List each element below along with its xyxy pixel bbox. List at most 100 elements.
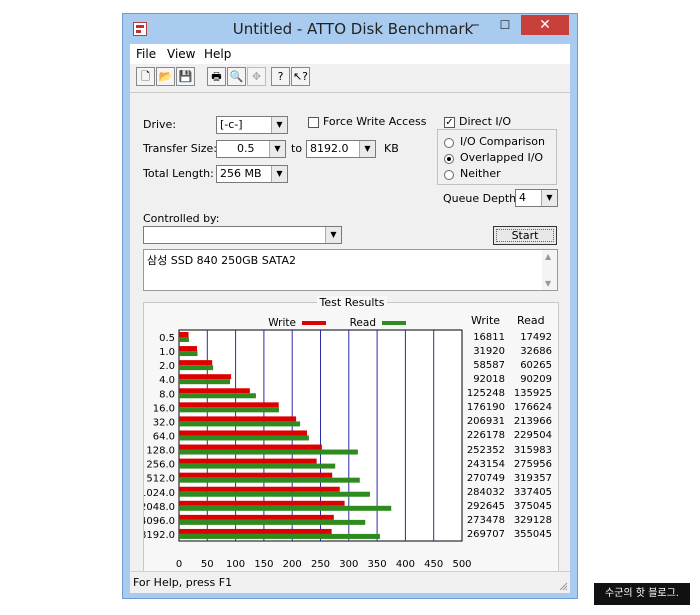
write-bar [179, 486, 340, 492]
move-icon[interactable]: ✥ [247, 67, 266, 86]
write-bar [179, 458, 317, 464]
x-tick-label: 250 [311, 559, 330, 570]
read-value: 329128 [513, 514, 552, 526]
write-bar [179, 388, 250, 394]
menu-bar: File View Help [130, 44, 570, 64]
chevron-down-icon[interactable]: ▼ [269, 141, 285, 157]
write-value: 92018 [473, 374, 505, 386]
transfer-size-label: Transfer Size: [143, 142, 218, 155]
description-textarea[interactable]: 삼성 SSD 840 250GB SATA2 ▲ ▼ [143, 249, 558, 291]
open-icon[interactable]: 📂 [156, 67, 175, 86]
print-preview-icon[interactable]: 🔍 [227, 67, 246, 86]
context-help-icon[interactable]: ↖? [291, 67, 310, 86]
read-bar [179, 519, 366, 525]
chevron-down-icon[interactable]: ▼ [545, 279, 551, 288]
y-tick-label: 16.0 [153, 403, 175, 414]
write-column-header: Write [471, 314, 501, 327]
y-tick-label: 2048.0 [144, 502, 175, 513]
force-write-label[interactable]: Force Write Access [323, 115, 426, 128]
transfer-from-select[interactable]: 0.5 ▼ [216, 140, 286, 158]
read-value: 60265 [520, 360, 552, 372]
neither-radio[interactable] [444, 170, 454, 180]
write-bar [179, 346, 198, 352]
read-value: 176624 [513, 402, 552, 414]
y-tick-label: 4096.0 [144, 516, 175, 527]
close-button[interactable]: ✕ [521, 15, 569, 35]
y-tick-label: 128.0 [146, 446, 175, 457]
overlapped-io-radio[interactable] [444, 154, 454, 164]
write-value: 270749 [466, 472, 505, 484]
x-tick-label: 150 [254, 559, 273, 570]
transfer-from-value: 0.5 [237, 142, 255, 155]
chevron-down-icon[interactable]: ▼ [271, 117, 287, 133]
write-value: 226178 [466, 430, 505, 442]
x-tick-label: 400 [396, 559, 415, 570]
results-title: Test Results [316, 296, 388, 309]
minimize-button[interactable]: ─ [461, 15, 489, 35]
overlapped-io-label[interactable]: Overlapped I/O [460, 151, 543, 164]
chevron-down-icon[interactable]: ▼ [271, 166, 287, 182]
transfer-to-select[interactable]: 8192.0 ▼ [306, 140, 376, 158]
chevron-down-icon[interactable]: ▼ [325, 227, 341, 243]
io-comparison-radio[interactable] [444, 138, 454, 148]
save-icon[interactable]: 💾 [176, 67, 195, 86]
write-value: 273478 [466, 514, 505, 526]
read-value: 32686 [520, 346, 552, 358]
force-write-checkbox[interactable] [308, 117, 319, 128]
x-tick-label: 300 [339, 559, 358, 570]
y-tick-label: 4.0 [159, 375, 175, 386]
write-value: 292645 [466, 500, 505, 512]
write-value: 176190 [466, 402, 505, 414]
write-value: 58587 [473, 360, 505, 372]
read-bar [179, 365, 214, 371]
write-value: 16811 [473, 332, 505, 343]
write-value: 269707 [466, 528, 505, 540]
maximize-button[interactable]: ☐ [491, 15, 519, 35]
legend-write-label: Write [268, 317, 296, 329]
chevron-down-icon[interactable]: ▼ [359, 141, 375, 157]
start-button[interactable]: Start [493, 226, 557, 245]
drive-label: Drive: [143, 118, 177, 131]
print-icon[interactable]: 🖶 [207, 67, 226, 86]
y-tick-label: 1.0 [159, 347, 175, 358]
read-bar [179, 407, 279, 413]
write-bar [179, 332, 189, 337]
direct-io-checkbox[interactable]: ✓ [444, 117, 455, 128]
write-bar [179, 430, 308, 436]
test-results-panel: 050100150200250300350400450500Transfer R… [143, 296, 559, 572]
read-bar [179, 337, 189, 342]
to-label: to [291, 142, 303, 155]
app-icon[interactable] [133, 22, 147, 36]
io-comparison-label[interactable]: I/O Comparison [460, 135, 545, 148]
read-value: 17492 [520, 332, 552, 343]
write-value: 243154 [466, 458, 505, 470]
drive-select[interactable]: [-c-] ▼ [216, 116, 288, 134]
read-bar [179, 533, 380, 539]
chevron-down-icon[interactable]: ▼ [541, 190, 557, 206]
queue-depth-value: 4 [519, 191, 526, 204]
menu-file[interactable]: File [136, 47, 156, 61]
toolbar: 🗋 📂 💾 🖶 🔍 ✥ ? ↖? [130, 64, 570, 93]
y-tick-label: 512.0 [146, 474, 175, 485]
neither-label[interactable]: Neither [460, 167, 501, 180]
menu-help[interactable]: Help [204, 47, 231, 61]
total-length-select[interactable]: 256 MB ▼ [216, 165, 288, 183]
menu-view[interactable]: View [167, 47, 195, 61]
read-value: 90209 [520, 374, 552, 386]
resize-grip-icon[interactable] [558, 581, 568, 591]
help-icon[interactable]: ? [271, 67, 290, 86]
read-bar [179, 463, 336, 469]
queue-depth-select[interactable]: 4 ▼ [515, 189, 558, 207]
controlled-by-select[interactable]: ▼ [143, 226, 342, 244]
read-bar [179, 491, 370, 497]
title-bar[interactable]: Untitled - ATTO Disk Benchmark ─ ☐ ✕ [123, 14, 577, 44]
y-tick-label: 64.0 [153, 432, 175, 443]
read-value: 355045 [513, 528, 552, 540]
write-bar [179, 374, 232, 380]
queue-depth-label: Queue Depth: [443, 192, 520, 205]
y-tick-label: 8192.0 [144, 530, 175, 541]
chevron-up-icon[interactable]: ▲ [545, 252, 551, 261]
new-icon[interactable]: 🗋 [136, 67, 155, 86]
direct-io-label[interactable]: Direct I/O [459, 115, 511, 128]
description-scrollbar[interactable]: ▲ ▼ [542, 250, 557, 290]
